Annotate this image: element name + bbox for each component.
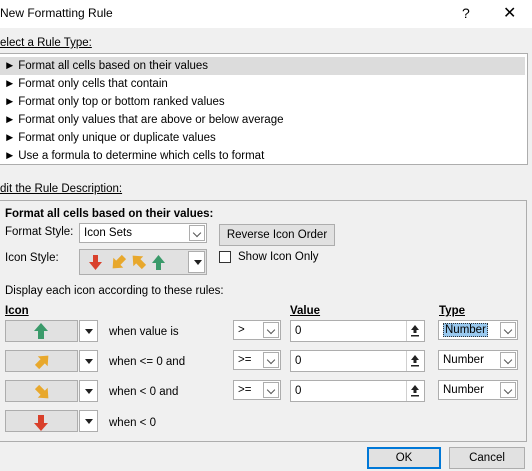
ok-button[interactable]: OK <box>367 447 441 469</box>
icon-select-button[interactable] <box>5 350 78 372</box>
condition-label: when <= 0 and <box>109 356 186 368</box>
yellow-up-right-arrow-icon <box>34 355 49 370</box>
format-style-label: Format Style: <box>5 226 74 238</box>
type-select[interactable]: Number <box>438 350 518 370</box>
icon-select-button[interactable] <box>5 320 78 342</box>
dialog-title: New Formatting Rule <box>0 6 113 20</box>
operator-select[interactable]: >= <box>233 380 281 400</box>
type-column-header: Type <box>439 305 465 317</box>
operator-select[interactable]: >= <box>233 350 281 370</box>
icon-select-button[interactable] <box>5 380 78 402</box>
arrow-bullet-icon: ► <box>4 132 16 144</box>
rule-description-label: dit the Rule Description: <box>0 183 123 195</box>
rule-type-item[interactable]: ► Use a formula to determine which cells… <box>0 147 525 165</box>
arrow-bullet-icon: ► <box>4 78 16 90</box>
arrow-bullet-icon: ► <box>4 150 16 162</box>
chevron-down-icon[interactable] <box>263 382 279 398</box>
description-heading: Format all cells based on their values: <box>5 208 214 220</box>
chevron-down-icon[interactable] <box>500 322 516 338</box>
chevron-down-icon[interactable] <box>500 382 516 398</box>
icon-dropdown-button[interactable] <box>79 320 98 342</box>
rule-type-item[interactable]: ► Format only top or bottom ranked value… <box>0 93 525 111</box>
format-style-select[interactable]: Icon Sets <box>79 223 207 243</box>
chevron-down-icon[interactable] <box>263 322 279 338</box>
close-button[interactable]: ✕ <box>503 3 516 23</box>
collapse-dialog-icon[interactable] <box>406 321 424 341</box>
collapse-dialog-icon[interactable] <box>406 381 424 401</box>
icon-style-select[interactable] <box>79 249 207 275</box>
arrow-bullet-icon: ► <box>4 96 16 108</box>
type-select[interactable]: Number <box>438 380 518 400</box>
display-rules-label: Display each icon according to these rul… <box>5 285 224 297</box>
arrow-bullet-icon: ► <box>4 114 16 126</box>
rule-type-item[interactable]: ► Format all cells based on their values <box>0 57 525 75</box>
operator-select[interactable]: > <box>233 320 281 340</box>
help-button[interactable]: ? <box>462 5 470 21</box>
reverse-icon-order-button[interactable]: Reverse Icon Order <box>219 224 335 246</box>
value-input[interactable]: 0 <box>290 380 425 402</box>
value-input[interactable]: 0 <box>290 320 425 342</box>
icon-set-preview-icon <box>89 254 165 270</box>
collapse-dialog-icon[interactable] <box>406 351 424 371</box>
chevron-down-icon[interactable] <box>189 225 205 241</box>
type-select[interactable]: Number <box>438 320 518 340</box>
icon-column-header: Icon <box>5 305 29 317</box>
value-column-header: Value <box>290 305 321 317</box>
cancel-button[interactable]: Cancel <box>449 447 525 469</box>
icon-dropdown-button[interactable] <box>79 410 98 432</box>
rule-type-item[interactable]: ► Format only cells that contain <box>0 75 525 93</box>
value-input[interactable]: 0 <box>290 350 425 372</box>
rule-type-item[interactable]: ► Format only unique or duplicate values <box>0 129 525 147</box>
condition-label: when < 0 and <box>109 386 179 398</box>
chevron-down-icon[interactable] <box>263 352 279 368</box>
rule-type-item[interactable]: ► Format only values that are above or b… <box>0 111 525 129</box>
condition-label: when < 0 <box>109 417 156 429</box>
rule-type-list[interactable]: ► Format all cells based on their values… <box>0 53 528 165</box>
chevron-down-icon[interactable] <box>188 251 205 273</box>
icon-style-label: Icon Style: <box>5 252 59 264</box>
chevron-down-icon[interactable] <box>500 352 516 368</box>
arrow-bullet-icon: ► <box>4 60 16 72</box>
icon-dropdown-button[interactable] <box>79 350 98 372</box>
show-icon-only-label: Show Icon Only <box>238 251 319 263</box>
red-down-arrow-icon <box>34 415 48 431</box>
icon-dropdown-button[interactable] <box>79 380 98 402</box>
yellow-down-right-arrow-icon <box>34 384 49 399</box>
icon-select-button[interactable] <box>5 410 78 432</box>
rule-type-label: elect a Rule Type: <box>0 37 92 49</box>
condition-label: when value is <box>109 326 179 338</box>
green-up-arrow-icon <box>34 323 48 339</box>
show-icon-only-checkbox[interactable] <box>219 251 231 263</box>
